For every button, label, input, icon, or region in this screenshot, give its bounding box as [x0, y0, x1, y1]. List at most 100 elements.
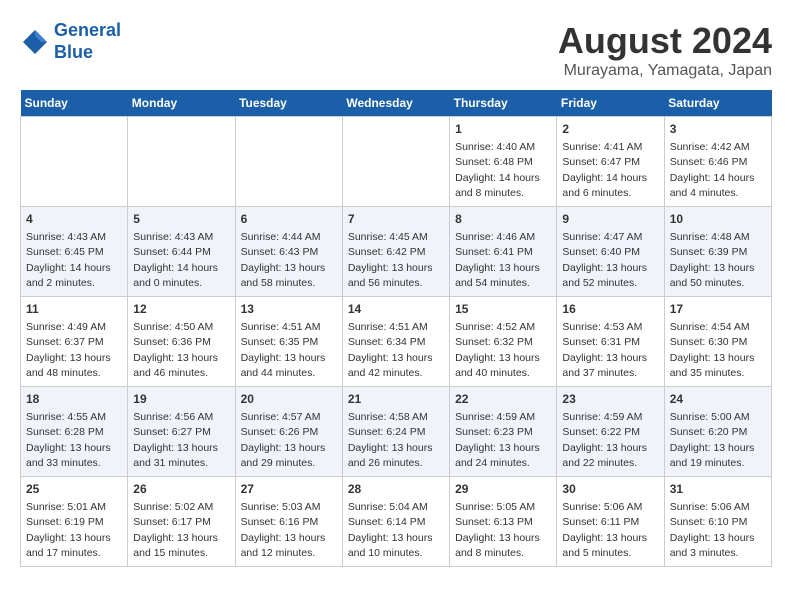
day-info: Sunrise: 4:58 AM Sunset: 6:24 PM Dayligh… — [348, 411, 433, 469]
day-number: 29 — [455, 481, 551, 498]
calendar-cell: 12 Sunrise: 4:50 AM Sunset: 6:36 PM Dayli… — [128, 297, 235, 387]
calendar-week-row: 4 Sunrise: 4:43 AM Sunset: 6:45 PM Daylig… — [21, 207, 772, 297]
day-info: Sunrise: 4:56 AM Sunset: 6:27 PM Dayligh… — [133, 411, 218, 469]
calendar-cell — [235, 117, 342, 207]
day-info: Sunrise: 4:59 AM Sunset: 6:23 PM Dayligh… — [455, 411, 540, 469]
calendar-week-row: 25Sunrise: 5:01 AM Sunset: 6:19 PM Dayli… — [21, 477, 772, 567]
day-info: Sunrise: 5:00 AM Sunset: 6:20 PM Dayligh… — [670, 411, 755, 469]
day-number: 14 — [348, 301, 444, 318]
day-number: 31 — [670, 481, 766, 498]
day-number: 1 — [455, 121, 551, 138]
calendar-cell: 16 Sunrise: 4:53 AM Sunset: 6:31 PM Dayli… — [557, 297, 664, 387]
day-info: Sunrise: 5:02 AM Sunset: 6:17 PM Dayligh… — [133, 501, 218, 559]
day-info: Sunrise: 5:01 AM Sunset: 6:19 PM Dayligh… — [26, 501, 111, 559]
day-number: 17 — [670, 301, 766, 318]
day-info: Sunrise: 5:06 AM Sunset: 6:11 PM Dayligh… — [562, 501, 647, 559]
day-info: Sunrise: 4:50 AM Sunset: 6:36 PM Dayligh… — [133, 321, 218, 379]
day-number: 28 — [348, 481, 444, 498]
day-info: Sunrise: 4:54 AM Sunset: 6:30 PM Dayligh… — [670, 321, 755, 379]
calendar-cell: 19 Sunrise: 4:56 AM Sunset: 6:27 PM Dayli… — [128, 387, 235, 477]
calendar-cell: 17 Sunrise: 4:54 AM Sunset: 6:30 PM Dayli… — [664, 297, 771, 387]
page-header: General Blue August 2024 Murayama, Yamag… — [20, 20, 772, 80]
day-number: 5 — [133, 211, 229, 228]
day-number: 22 — [455, 391, 551, 408]
calendar-cell: 27 Sunrise: 5:03 AM Sunset: 6:16 PM Dayli… — [235, 477, 342, 567]
day-info: Sunrise: 5:06 AM Sunset: 6:10 PM Dayligh… — [670, 501, 755, 559]
calendar-cell: 8 Sunrise: 4:46 AM Sunset: 6:41 PM Daylig… — [450, 207, 557, 297]
day-info: Sunrise: 4:43 AM Sunset: 6:44 PM Dayligh… — [133, 231, 218, 289]
day-info: Sunrise: 4:59 AM Sunset: 6:22 PM Dayligh… — [562, 411, 647, 469]
day-number: 9 — [562, 211, 658, 228]
day-number: 11 — [26, 301, 122, 318]
day-info: Sunrise: 4:55 AM Sunset: 6:28 PM Dayligh… — [26, 411, 111, 469]
day-number: 19 — [133, 391, 229, 408]
day-number: 23 — [562, 391, 658, 408]
subtitle: Murayama, Yamagata, Japan — [558, 62, 772, 80]
logo: General Blue — [20, 20, 121, 63]
day-info: Sunrise: 4:45 AM Sunset: 6:42 PM Dayligh… — [348, 231, 433, 289]
calendar-week-row: 1Sunrise: 4:40 AM Sunset: 6:48 PM Daylig… — [21, 117, 772, 207]
calendar-cell — [342, 117, 449, 207]
calendar-cell: 30 Sunrise: 5:06 AM Sunset: 6:11 PM Dayli… — [557, 477, 664, 567]
logo-icon — [20, 27, 50, 57]
calendar-cell: 10 Sunrise: 4:48 AM Sunset: 6:39 PM Dayli… — [664, 207, 771, 297]
weekday-header-friday: Friday — [557, 90, 664, 117]
day-number: 18 — [26, 391, 122, 408]
calendar-cell: 20 Sunrise: 4:57 AM Sunset: 6:26 PM Dayli… — [235, 387, 342, 477]
calendar-cell: 14 Sunrise: 4:51 AM Sunset: 6:34 PM Dayli… — [342, 297, 449, 387]
calendar-cell: 26 Sunrise: 5:02 AM Sunset: 6:17 PM Dayli… — [128, 477, 235, 567]
day-info: Sunrise: 4:49 AM Sunset: 6:37 PM Dayligh… — [26, 321, 111, 379]
calendar-cell: 22 Sunrise: 4:59 AM Sunset: 6:23 PM Dayli… — [450, 387, 557, 477]
calendar-cell: 25Sunrise: 5:01 AM Sunset: 6:19 PM Dayli… — [21, 477, 128, 567]
calendar-cell — [21, 117, 128, 207]
calendar-week-row: 11 Sunrise: 4:49 AM Sunset: 6:37 PM Dayli… — [21, 297, 772, 387]
day-number: 15 — [455, 301, 551, 318]
calendar-cell: 3Sunrise: 4:42 AM Sunset: 6:46 PM Daylig… — [664, 117, 771, 207]
calendar-cell: 9 Sunrise: 4:47 AM Sunset: 6:40 PM Daylig… — [557, 207, 664, 297]
day-info: Sunrise: 4:47 AM Sunset: 6:40 PM Dayligh… — [562, 231, 647, 289]
title-block: August 2024 Murayama, Yamagata, Japan — [558, 20, 772, 80]
logo-text: General Blue — [54, 20, 121, 63]
calendar-cell: 11 Sunrise: 4:49 AM Sunset: 6:37 PM Dayli… — [21, 297, 128, 387]
day-number: 8 — [455, 211, 551, 228]
logo-line2: Blue — [54, 42, 93, 62]
day-number: 16 — [562, 301, 658, 318]
calendar-cell: 21Sunrise: 4:58 AM Sunset: 6:24 PM Dayli… — [342, 387, 449, 477]
day-info: Sunrise: 4:51 AM Sunset: 6:35 PM Dayligh… — [241, 321, 326, 379]
day-info: Sunrise: 4:44 AM Sunset: 6:43 PM Dayligh… — [241, 231, 326, 289]
calendar-cell — [128, 117, 235, 207]
day-number: 24 — [670, 391, 766, 408]
calendar-cell: 31 Sunrise: 5:06 AM Sunset: 6:10 PM Dayli… — [664, 477, 771, 567]
calendar-cell: 15 Sunrise: 4:52 AM Sunset: 6:32 PM Dayli… — [450, 297, 557, 387]
day-number: 10 — [670, 211, 766, 228]
calendar-cell: 23 Sunrise: 4:59 AM Sunset: 6:22 PM Dayli… — [557, 387, 664, 477]
day-info: Sunrise: 4:57 AM Sunset: 6:26 PM Dayligh… — [241, 411, 326, 469]
day-info: Sunrise: 4:51 AM Sunset: 6:34 PM Dayligh… — [348, 321, 433, 379]
calendar-header-row: SundayMondayTuesdayWednesdayThursdayFrid… — [21, 90, 772, 117]
day-info: Sunrise: 4:53 AM Sunset: 6:31 PM Dayligh… — [562, 321, 647, 379]
calendar-cell: 6 Sunrise: 4:44 AM Sunset: 6:43 PM Daylig… — [235, 207, 342, 297]
calendar-cell: 1Sunrise: 4:40 AM Sunset: 6:48 PM Daylig… — [450, 117, 557, 207]
day-number: 26 — [133, 481, 229, 498]
day-info: Sunrise: 4:46 AM Sunset: 6:41 PM Dayligh… — [455, 231, 540, 289]
day-info: Sunrise: 5:05 AM Sunset: 6:13 PM Dayligh… — [455, 501, 540, 559]
weekday-header-thursday: Thursday — [450, 90, 557, 117]
day-info: Sunrise: 5:04 AM Sunset: 6:14 PM Dayligh… — [348, 501, 433, 559]
day-number: 27 — [241, 481, 337, 498]
day-info: Sunrise: 4:43 AM Sunset: 6:45 PM Dayligh… — [26, 231, 111, 289]
calendar-cell: 4 Sunrise: 4:43 AM Sunset: 6:45 PM Daylig… — [21, 207, 128, 297]
day-info: Sunrise: 4:52 AM Sunset: 6:32 PM Dayligh… — [455, 321, 540, 379]
day-info: Sunrise: 4:48 AM Sunset: 6:39 PM Dayligh… — [670, 231, 755, 289]
day-number: 4 — [26, 211, 122, 228]
day-info: Sunrise: 5:03 AM Sunset: 6:16 PM Dayligh… — [241, 501, 326, 559]
day-number: 12 — [133, 301, 229, 318]
day-number: 20 — [241, 391, 337, 408]
day-number: 6 — [241, 211, 337, 228]
day-number: 7 — [348, 211, 444, 228]
calendar-body: 1Sunrise: 4:40 AM Sunset: 6:48 PM Daylig… — [21, 117, 772, 567]
calendar-week-row: 18 Sunrise: 4:55 AM Sunset: 6:28 PM Dayli… — [21, 387, 772, 477]
calendar-cell: 2Sunrise: 4:41 AM Sunset: 6:47 PM Daylig… — [557, 117, 664, 207]
day-number: 3 — [670, 121, 766, 138]
day-number: 30 — [562, 481, 658, 498]
main-title: August 2024 — [558, 20, 772, 62]
